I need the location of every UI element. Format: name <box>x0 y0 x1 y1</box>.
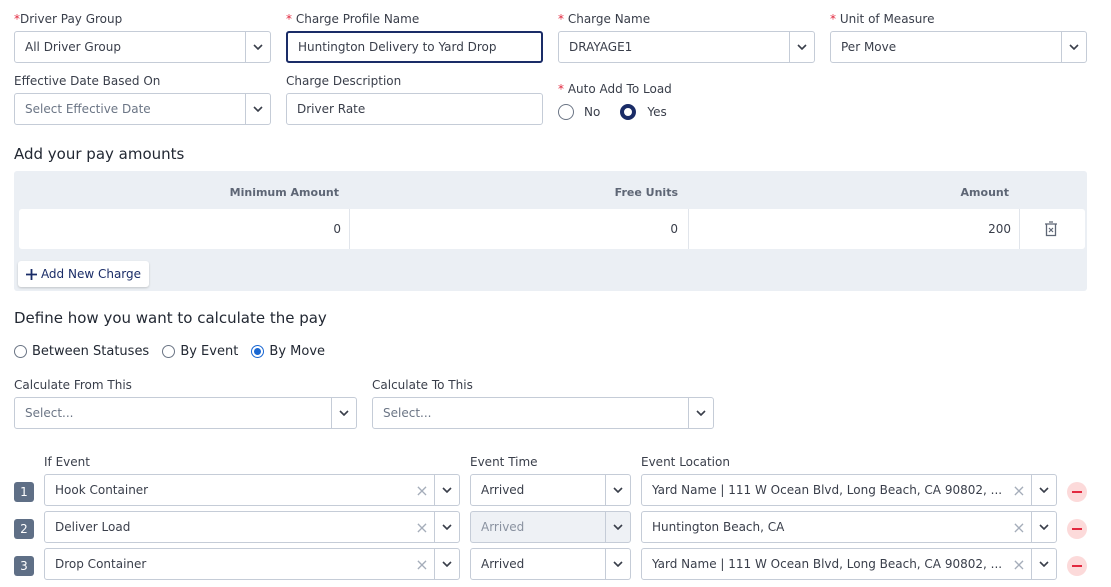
radio-circle-yes[interactable] <box>620 104 637 120</box>
event-location-header: Event Location <box>641 455 730 469</box>
radio-circle-no[interactable] <box>558 104 574 120</box>
chevron-down-icon[interactable] <box>605 475 630 505</box>
calc-to-label: Calculate To This <box>372 378 473 392</box>
charge-name-value: DRAYAGE1 <box>569 40 633 54</box>
charge-name-select[interactable]: DRAYAGE1 <box>558 31 815 63</box>
calc-to-select[interactable]: Select... <box>372 397 714 429</box>
trash-icon[interactable] <box>1020 209 1082 249</box>
auto-add-no-radio[interactable]: No <box>558 104 600 120</box>
effective-date-select[interactable]: Select Effective Date <box>14 93 271 125</box>
chevron-down-icon[interactable] <box>434 549 459 579</box>
minus-circle-icon[interactable] <box>1067 519 1087 539</box>
charge-description-value: Driver Rate <box>297 102 366 116</box>
column-free-units: Free Units <box>614 186 678 199</box>
chevron-down-icon[interactable] <box>331 398 356 428</box>
chevron-down-icon[interactable] <box>1031 475 1056 505</box>
clear-x-icon[interactable]: × <box>410 481 434 500</box>
chevron-down-icon[interactable] <box>1031 549 1056 579</box>
chevron-down-icon[interactable] <box>1031 512 1056 542</box>
clear-x-icon[interactable]: × <box>1007 518 1031 537</box>
chevron-down-icon[interactable] <box>688 398 713 428</box>
if-event-header: If Event <box>44 455 90 469</box>
event-time-select[interactable]: Arrived <box>470 474 631 506</box>
charge-profile-name-input[interactable]: Huntington Delivery to Yard Drop <box>286 31 543 63</box>
amount-input[interactable]: 200 <box>689 209 1011 249</box>
unit-of-measure-select[interactable]: Per Move <box>830 31 1087 63</box>
row-number-badge: 3 <box>14 556 34 576</box>
driver-pay-group-select[interactable]: All Driver Group <box>14 31 271 63</box>
chevron-down-icon[interactable] <box>789 32 814 62</box>
calculation-mode-group: Between Statuses By Event By Move <box>14 343 325 362</box>
auto-add-label: * Auto Add To Load <box>558 82 672 96</box>
minus-circle-icon[interactable] <box>1067 482 1087 502</box>
charge-profile-name-label: * Charge Profile Name <box>286 12 420 26</box>
minimum-amount-input[interactable]: 0 <box>19 209 341 249</box>
charge-description-input[interactable]: Driver Rate <box>286 93 543 125</box>
auto-add-radio-group: No Yes <box>558 104 667 124</box>
driver-pay-group-label: *Driver Pay Group <box>14 12 123 26</box>
if-event-select[interactable]: Drop Container × <box>44 548 460 580</box>
chevron-down-icon[interactable] <box>605 549 630 579</box>
between-statuses-radio[interactable]: Between Statuses <box>14 344 149 359</box>
clear-x-icon[interactable]: × <box>1007 481 1031 500</box>
effective-date-placeholder: Select Effective Date <box>25 102 151 116</box>
event-time-header: Event Time <box>470 455 538 469</box>
add-new-charge-button[interactable]: Add New Charge <box>18 261 149 287</box>
by-event-radio[interactable]: By Event <box>162 344 238 359</box>
clear-x-icon[interactable]: × <box>1007 555 1031 574</box>
unit-of-measure-value: Per Move <box>841 40 897 54</box>
if-event-select[interactable]: Hook Container × <box>44 474 460 506</box>
pay-amounts-title: Add your pay amounts <box>14 145 185 163</box>
auto-add-yes-radio[interactable]: Yes <box>620 104 667 120</box>
minus-circle-icon[interactable] <box>1067 556 1087 576</box>
effective-date-label: Effective Date Based On <box>14 74 161 88</box>
charge-profile-name-value: Huntington Delivery to Yard Drop <box>298 40 497 54</box>
calc-from-select[interactable]: Select... <box>14 397 357 429</box>
chevron-down-icon[interactable] <box>245 32 270 62</box>
event-time-select-disabled: Arrived <box>470 511 631 543</box>
chevron-down-icon[interactable] <box>434 475 459 505</box>
chevron-down-icon <box>605 512 630 542</box>
chevron-down-icon[interactable] <box>434 512 459 542</box>
unit-of-measure-label: * Unit of Measure <box>830 12 935 26</box>
charge-description-label: Charge Description <box>286 74 402 88</box>
charge-name-label: * Charge Name <box>558 12 651 26</box>
chevron-down-icon[interactable] <box>1061 32 1086 62</box>
event-time-select[interactable]: Arrived <box>470 548 631 580</box>
row-number-badge: 2 <box>14 519 34 539</box>
plus-icon <box>25 268 37 280</box>
row-number-badge: 1 <box>14 482 34 502</box>
driver-pay-group-value: All Driver Group <box>25 40 121 54</box>
free-units-input[interactable]: 0 <box>350 209 678 249</box>
column-minimum-amount: Minimum Amount <box>229 186 339 199</box>
calc-from-label: Calculate From This <box>14 378 132 392</box>
event-location-select[interactable]: Yard Name | 111 W Ocean Blvd, Long Beach… <box>641 474 1057 506</box>
chevron-down-icon[interactable] <box>245 94 270 124</box>
calculation-title: Define how you want to calculate the pay <box>14 309 327 327</box>
clear-x-icon[interactable]: × <box>410 518 434 537</box>
table-row: 0 0 200 <box>19 209 1085 249</box>
event-location-select[interactable]: Huntington Beach, CA × <box>641 511 1057 543</box>
column-amount: Amount <box>960 186 1009 199</box>
if-event-select[interactable]: Deliver Load × <box>44 511 460 543</box>
event-location-select[interactable]: Yard Name | 111 W Ocean Blvd, Long Beach… <box>641 548 1057 580</box>
clear-x-icon[interactable]: × <box>410 555 434 574</box>
by-move-radio[interactable]: By Move <box>251 344 325 359</box>
